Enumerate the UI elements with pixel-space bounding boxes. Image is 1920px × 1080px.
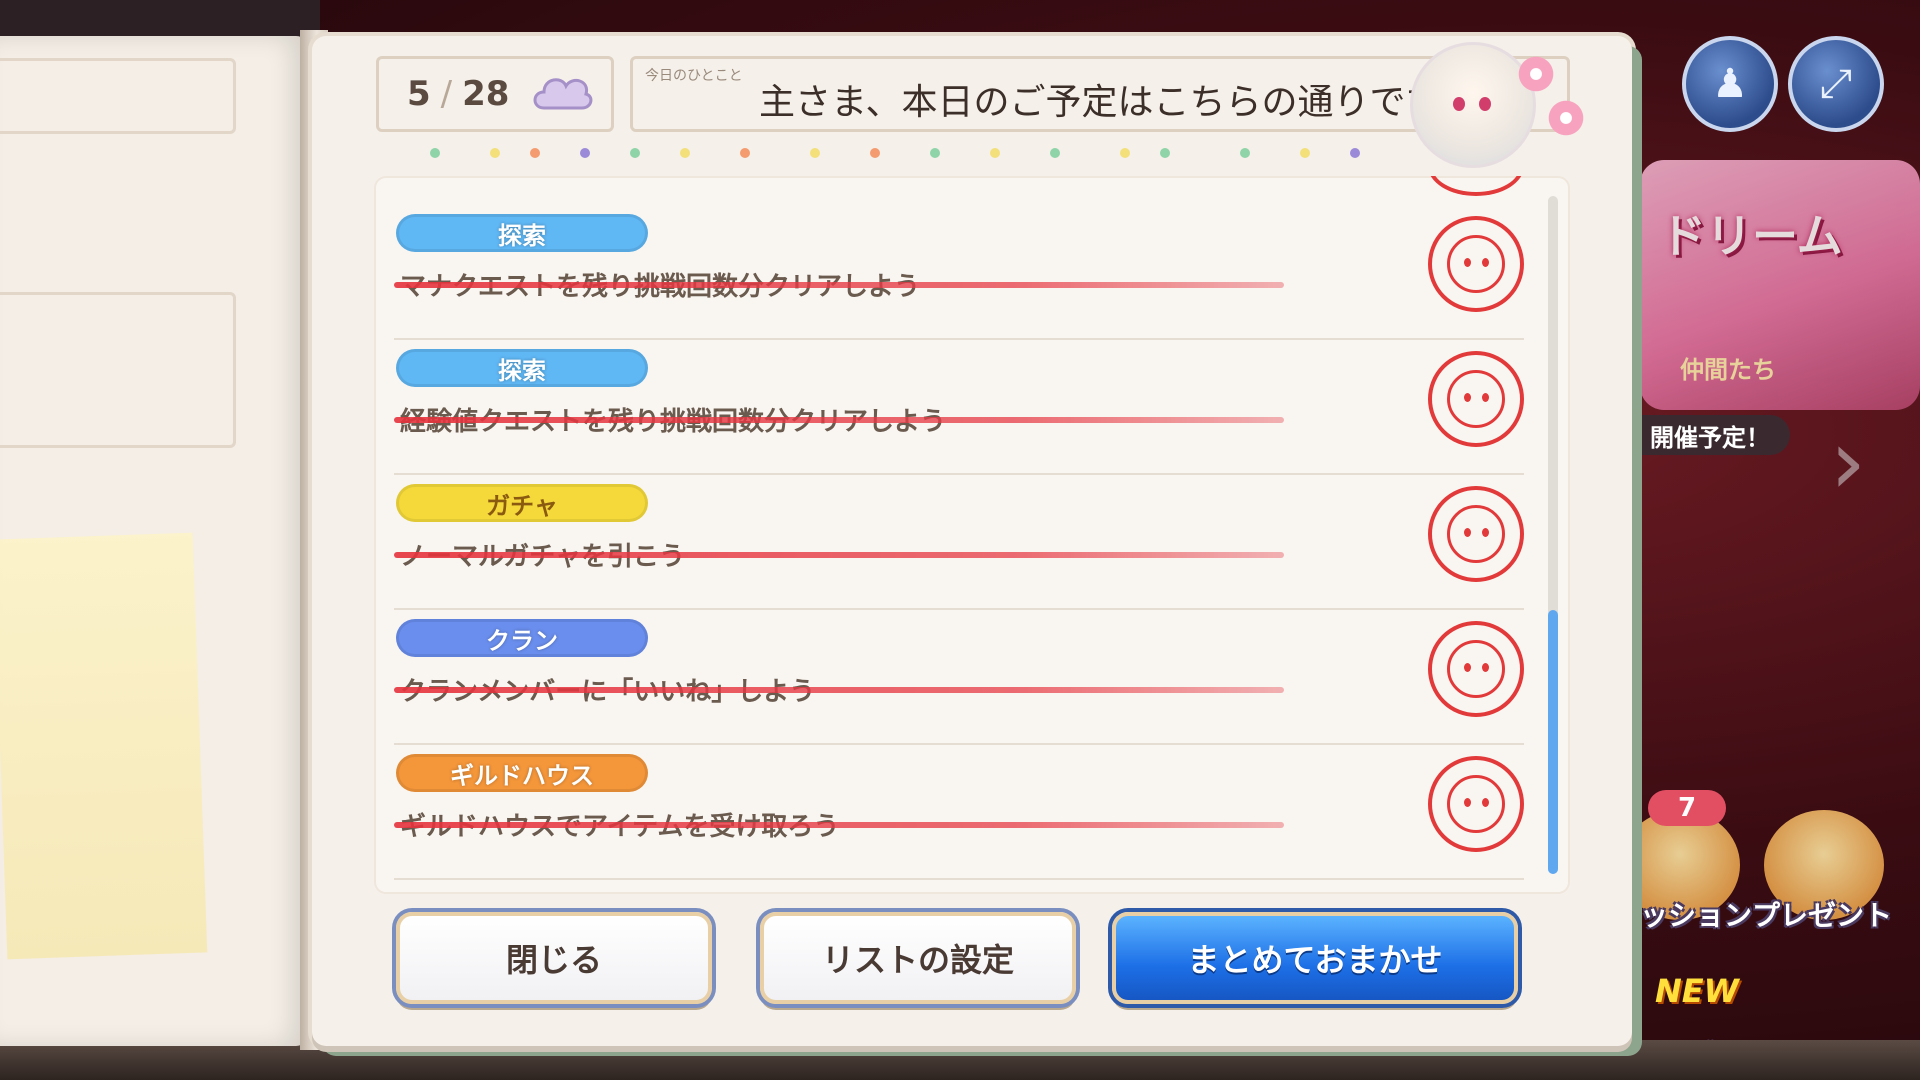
avatar-eye bbox=[1479, 97, 1491, 111]
page-counter-current: 5 bbox=[407, 74, 431, 114]
list-settings-button[interactable]: リストの設定 bbox=[760, 912, 1076, 1004]
list-item: 探索 経験値クエストを残り挑戦回数分クリアしよう bbox=[394, 339, 1524, 475]
stamp-icon bbox=[1428, 176, 1524, 196]
list-item: ガチャ ノーマルガチャを引こう bbox=[394, 474, 1524, 610]
list-item: クラン クランメンバーに「いいね」しよう bbox=[394, 609, 1524, 745]
stamp-icon bbox=[1428, 621, 1524, 717]
avatar-eye bbox=[1453, 97, 1465, 111]
category-tag: ガチャ bbox=[396, 484, 648, 522]
left-page-box bbox=[0, 58, 236, 134]
category-tag: ギルドハウス bbox=[396, 754, 648, 792]
strike-line bbox=[394, 687, 1284, 693]
page-counter-separator: / bbox=[440, 74, 453, 114]
sticky-note bbox=[0, 532, 208, 960]
close-button[interactable]: 閉じる bbox=[396, 912, 712, 1004]
left-page bbox=[0, 36, 310, 1046]
task-list[interactable]: 探索 マナクエストを残り挑戦回数分クリアしよう 探索 経験値クエストを残り挑戦回… bbox=[374, 176, 1570, 894]
flower-icon bbox=[1546, 98, 1586, 138]
list-item: 探索 マナクエストを残り挑戦回数分クリアしよう bbox=[394, 204, 1524, 340]
strike-line bbox=[394, 417, 1284, 423]
message-text: 主さま、本日のご予定はこちらの通りです。 bbox=[759, 82, 1474, 123]
character-avatar bbox=[1410, 42, 1536, 168]
auto-all-button[interactable]: まとめておまかせ bbox=[1112, 912, 1518, 1004]
expand-icon[interactable]: ⤢ bbox=[1788, 36, 1884, 132]
mission-label[interactable]: ッション bbox=[1640, 894, 1752, 934]
present-label[interactable]: プレゼント bbox=[1752, 894, 1892, 934]
chevron-right-icon[interactable]: › bbox=[1830, 410, 1866, 515]
category-tag: クラン bbox=[396, 619, 648, 657]
strike-line bbox=[394, 822, 1284, 828]
stamp-icon bbox=[1428, 756, 1524, 852]
category-tag: 探索 bbox=[396, 349, 648, 387]
message-tag: 今日のひとこと bbox=[645, 68, 743, 84]
event-title: ドリーム bbox=[1660, 209, 1843, 263]
page-counter-total: 28 bbox=[462, 74, 510, 114]
bottom-navigation bbox=[0, 1040, 1920, 1080]
stamp-icon bbox=[1428, 486, 1524, 582]
category-tag: 探索 bbox=[396, 214, 648, 252]
left-page-box bbox=[0, 292, 236, 448]
cloud-icon bbox=[533, 78, 593, 110]
strike-line bbox=[394, 282, 1284, 288]
character-icon[interactable]: ♟ bbox=[1682, 36, 1778, 132]
event-subtitle: 仲間たち bbox=[1680, 356, 1776, 384]
event-note: 開催予定！ bbox=[1630, 415, 1790, 455]
flower-icon bbox=[1516, 54, 1556, 94]
event-banner[interactable]: ドリーム 仲間たち bbox=[1640, 160, 1920, 410]
mission-badge: 7 bbox=[1648, 790, 1726, 826]
stamp-icon bbox=[1428, 216, 1524, 312]
stamp-icon bbox=[1428, 351, 1524, 447]
new-badge: NEW bbox=[1655, 972, 1739, 1010]
list-item: ギルドハウス ギルドハウスでアイテムを受け取ろう bbox=[394, 744, 1524, 880]
strike-line bbox=[394, 552, 1284, 558]
scrollbar-thumb[interactable] bbox=[1548, 610, 1558, 874]
decorative-dots bbox=[420, 148, 1400, 168]
